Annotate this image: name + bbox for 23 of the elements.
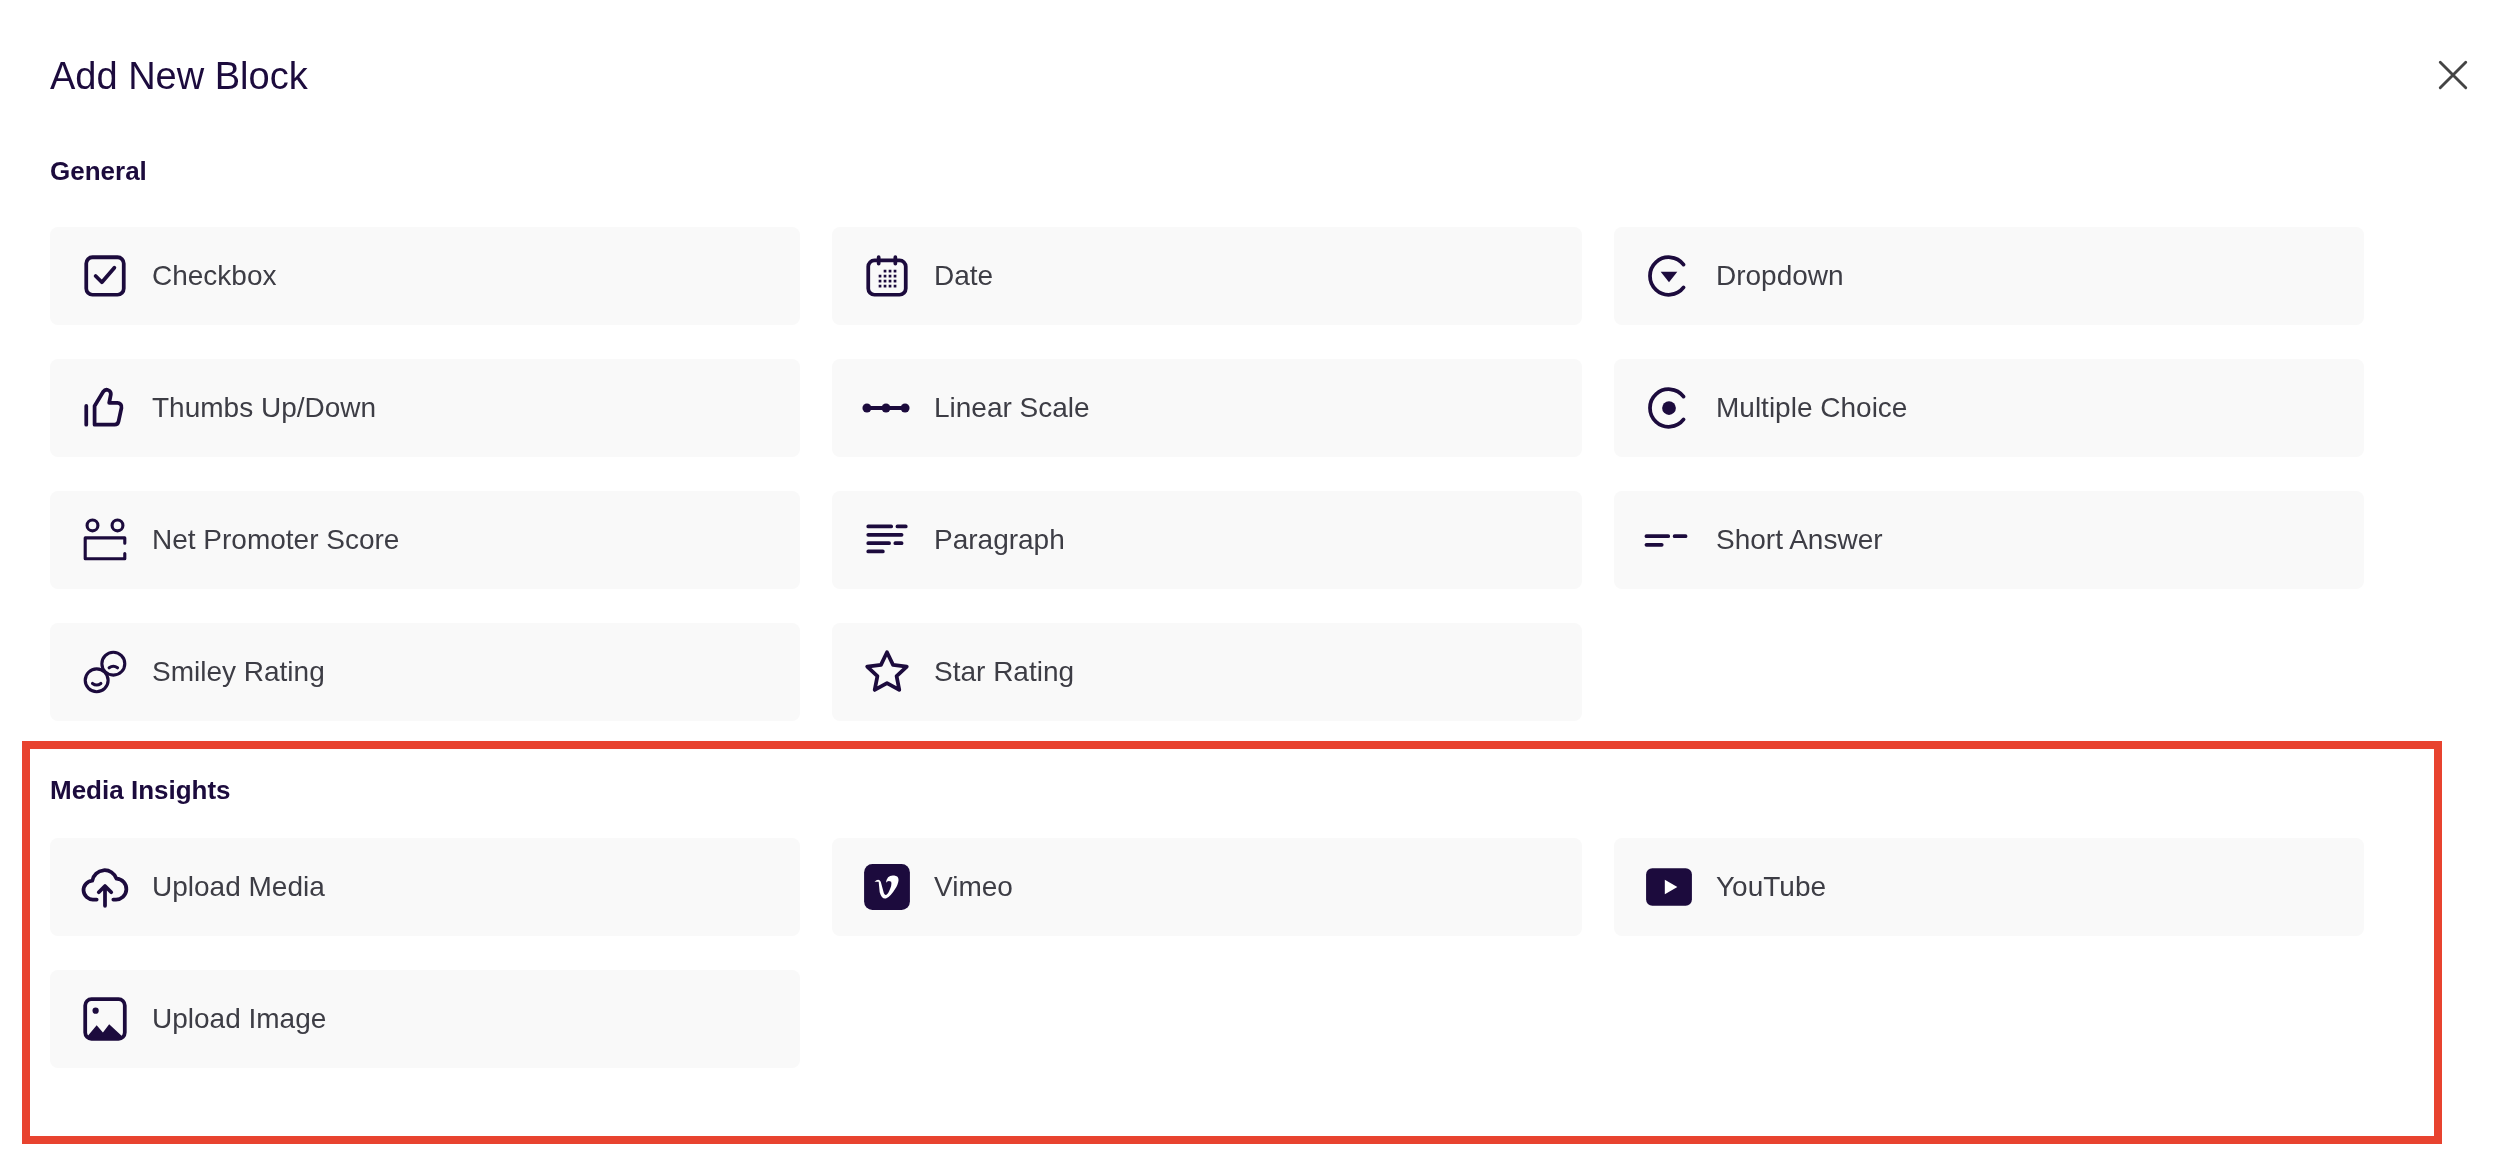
block-option[interactable]: Date — [832, 227, 1582, 325]
block-option[interactable]: Checkbox — [50, 227, 800, 325]
block-option[interactable]: Linear Scale — [832, 359, 1582, 457]
image-icon — [80, 994, 130, 1044]
block-option[interactable]: Short Answer — [1614, 491, 2364, 589]
block-option[interactable]: YouTube — [1614, 838, 2364, 936]
short-answer-icon — [1644, 533, 1688, 547]
block-option[interactable]: Dropdown — [1614, 227, 2364, 325]
video-logo-icon — [862, 862, 912, 912]
block-option[interactable]: Multiple Choice — [1614, 359, 2364, 457]
block-option[interactable]: Paragraph — [832, 491, 1582, 589]
section-heading: General — [50, 156, 148, 187]
block-option[interactable]: Smiley Rating — [50, 623, 800, 721]
block-option[interactable]: Net Promoter Score — [50, 491, 800, 589]
block-option[interactable]: Thumbs Up/Down — [50, 359, 800, 457]
block-option[interactable]: Upload Media — [50, 838, 800, 936]
section-heading: Media Insights — [50, 775, 232, 806]
block-option[interactable]: Star Rating — [832, 623, 1582, 721]
close-icon — [2436, 58, 2470, 92]
block-option[interactable]: Upload Image — [50, 970, 800, 1068]
dialog-title: Add New Block — [50, 54, 308, 98]
block-option[interactable]: Vimeo — [832, 838, 1582, 936]
linear-scale-icon — [862, 403, 910, 413]
